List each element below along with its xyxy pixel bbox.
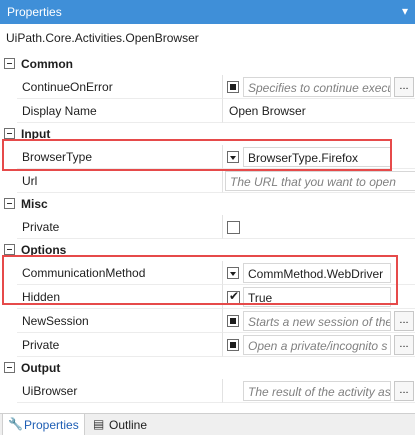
property-row-continue-on-error: ContinueOnError Specifies to continue ex… bbox=[0, 75, 415, 99]
collapse-icon[interactable] bbox=[4, 362, 15, 373]
category-label: Common bbox=[21, 57, 73, 71]
property-label: Private bbox=[22, 338, 60, 352]
property-label: NewSession bbox=[22, 314, 89, 328]
property-marker-icon[interactable] bbox=[227, 315, 239, 327]
property-marker-icon[interactable] bbox=[227, 339, 239, 351]
category-label: Output bbox=[21, 361, 61, 375]
ui-browser-ellipsis-button[interactable]: ... bbox=[394, 381, 414, 401]
properties-title-bar: Properties ▾ bbox=[0, 0, 415, 24]
property-row-options-private: Private Open a private/incognito s ... bbox=[0, 333, 415, 357]
outline-icon: ▤ bbox=[93, 417, 105, 431]
property-row-hidden: Hidden True bbox=[0, 285, 415, 309]
wrench-icon: 🔧 bbox=[8, 417, 23, 431]
collapse-icon[interactable] bbox=[4, 58, 15, 69]
options-private-input[interactable]: Open a private/incognito s bbox=[243, 335, 391, 355]
category-input[interactable]: Input bbox=[0, 123, 415, 145]
property-label: Hidden bbox=[22, 290, 61, 304]
hidden-value-input[interactable]: True bbox=[243, 287, 391, 307]
category-common[interactable]: Common bbox=[0, 53, 415, 75]
category-options[interactable]: Options bbox=[0, 239, 415, 261]
panel-title: Properties bbox=[7, 5, 62, 19]
property-row-ui-browser: UiBrowser The result of the activity as … bbox=[0, 379, 415, 403]
panel-tab-strip: 🔧 Properties ▤ Outline bbox=[0, 413, 415, 435]
category-label: Misc bbox=[21, 197, 48, 211]
activity-type-name: UiPath.Core.Activities.OpenBrowser bbox=[6, 31, 199, 45]
category-label: Options bbox=[21, 243, 67, 257]
new-session-ellipsis-button[interactable]: ... bbox=[394, 311, 414, 331]
communication-method-select[interactable]: CommMethod.WebDriver bbox=[243, 263, 391, 283]
category-label: Input bbox=[21, 127, 51, 141]
property-label: BrowserType bbox=[22, 150, 93, 164]
browser-type-select[interactable]: BrowserType.Firefox bbox=[243, 147, 391, 167]
category-output[interactable]: Output bbox=[0, 357, 415, 379]
collapse-icon[interactable] bbox=[4, 198, 15, 209]
category-misc[interactable]: Misc bbox=[0, 193, 415, 215]
hidden-checkbox[interactable] bbox=[227, 289, 240, 304]
url-input[interactable]: The URL that you want to open bbox=[225, 171, 415, 191]
property-grid: Common ContinueOnError Specifies to cont… bbox=[0, 53, 415, 403]
property-label: Display Name bbox=[22, 104, 97, 118]
tab-properties[interactable]: 🔧 Properties bbox=[2, 414, 85, 435]
tab-outline[interactable]: ▤ Outline bbox=[88, 414, 158, 435]
property-label: UiBrowser bbox=[22, 384, 78, 398]
continue-on-error-ellipsis-button[interactable]: ... bbox=[394, 77, 414, 97]
property-row-private: Private bbox=[0, 215, 415, 239]
display-name-input[interactable]: Open Browser bbox=[225, 101, 413, 121]
property-label: Url bbox=[22, 174, 38, 188]
continue-on-error-input[interactable]: Specifies to continue execu bbox=[243, 77, 391, 97]
collapse-icon[interactable] bbox=[4, 128, 15, 139]
collapse-icon[interactable] bbox=[4, 244, 15, 255]
property-row-new-session: NewSession Starts a new session of the .… bbox=[0, 309, 415, 333]
property-row-url: Url The URL that you want to open bbox=[0, 169, 415, 193]
chevron-down-icon[interactable]: ▾ bbox=[402, 4, 408, 18]
property-row-browser-type: BrowserType BrowserType.Firefox bbox=[0, 145, 415, 169]
property-label: CommunicationMethod bbox=[22, 266, 146, 280]
property-marker-icon[interactable] bbox=[227, 81, 239, 93]
options-private-ellipsis-button[interactable]: ... bbox=[394, 335, 414, 355]
private-checkbox[interactable] bbox=[227, 221, 240, 234]
property-row-display-name: Display Name Open Browser bbox=[0, 99, 415, 123]
new-session-input[interactable]: Starts a new session of the bbox=[243, 311, 391, 331]
property-label: ContinueOnError bbox=[22, 80, 113, 94]
property-label: Private bbox=[22, 220, 60, 234]
dropdown-arrow-icon[interactable] bbox=[227, 151, 239, 163]
dropdown-arrow-icon[interactable] bbox=[227, 267, 239, 279]
ui-browser-input[interactable]: The result of the activity as a U bbox=[243, 381, 391, 401]
property-row-communication-method: CommunicationMethod CommMethod.WebDriver bbox=[0, 261, 415, 285]
